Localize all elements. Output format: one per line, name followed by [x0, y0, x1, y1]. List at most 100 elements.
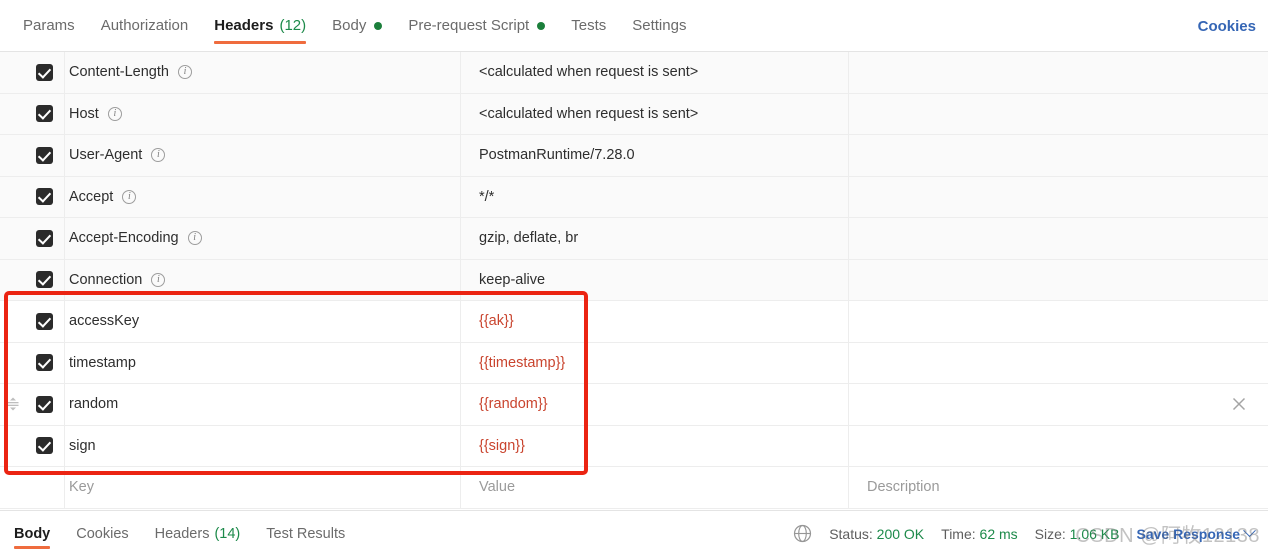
header-value-cell[interactable]: <calculated when request is sent>	[460, 93, 848, 134]
header-description-cell[interactable]	[848, 135, 1268, 176]
row-checkbox[interactable]	[35, 63, 53, 81]
new-header-key-input[interactable]: Key	[64, 467, 460, 508]
row-enable-cell[interactable]	[24, 343, 64, 384]
header-description-cell[interactable]	[848, 259, 1268, 300]
header-key-cell[interactable]: Accept-Encoding	[64, 218, 460, 259]
cookies-link[interactable]: Cookies	[1198, 18, 1256, 35]
info-icon[interactable]	[122, 189, 137, 204]
header-key-cell[interactable]: Content-Length	[64, 52, 460, 93]
row-enable-cell[interactable]	[24, 301, 64, 342]
header-value-cell[interactable]: keep-alive	[460, 259, 848, 300]
header-key-cell[interactable]: accessKey	[64, 301, 460, 342]
save-response-button[interactable]: Save Response	[1137, 524, 1256, 542]
row-enable-cell[interactable]	[24, 218, 64, 259]
header-key-cell[interactable]: Accept	[64, 176, 460, 217]
row-enable-cell[interactable]	[24, 177, 64, 218]
header-value-cell[interactable]: {{sign}}	[460, 425, 848, 466]
header-value-cell[interactable]: <calculated when request is sent>	[460, 52, 848, 93]
status-metric: Status: 200 OK	[829, 526, 924, 542]
tab-params[interactable]: Params	[10, 0, 88, 51]
header-key-cell[interactable]: User-Agent	[64, 135, 460, 176]
info-icon[interactable]	[151, 272, 166, 287]
header-value-text: {{timestamp}}	[479, 354, 566, 371]
header-value-cell[interactable]: {{ak}}	[460, 301, 848, 342]
header-description-cell[interactable]	[848, 301, 1268, 342]
tab-label: Settings	[632, 17, 687, 34]
header-description-cell[interactable]	[848, 342, 1268, 383]
header-description-cell[interactable]	[848, 384, 1268, 425]
header-value-cell[interactable]: */*	[460, 176, 848, 217]
row-enable-cell[interactable]	[24, 384, 64, 425]
new-header-row[interactable]: Key Value Description	[0, 467, 1268, 509]
info-icon[interactable]	[151, 148, 166, 163]
table-row[interactable]: sign {{sign}}	[0, 425, 1268, 467]
header-key-cell[interactable]: Host	[64, 93, 460, 134]
drag-handle-icon[interactable]	[7, 397, 19, 411]
row-enable-cell[interactable]	[24, 52, 64, 93]
header-key-cell[interactable]: timestamp	[64, 342, 460, 383]
header-value-text: <calculated when request is sent>	[479, 105, 699, 122]
tab-authorization[interactable]: Authorization	[88, 0, 202, 51]
response-tab-cookies[interactable]: Cookies	[63, 511, 141, 556]
header-value-cell[interactable]: {{random}}	[460, 384, 848, 425]
tab-body[interactable]: Body	[319, 0, 395, 51]
row-handle-cell	[0, 218, 24, 259]
header-value-text: {{sign}}	[479, 437, 525, 454]
tab-settings[interactable]: Settings	[619, 0, 699, 51]
header-key-cell[interactable]: Connection	[64, 259, 460, 300]
row-checkbox[interactable]	[35, 437, 53, 455]
headers-table: Content-Length <calculated when request …	[0, 52, 1268, 510]
response-tab-headers[interactable]: Headers (14)	[142, 511, 254, 556]
header-key-text: accessKey	[69, 313, 140, 330]
new-header-value-input[interactable]: Value	[460, 467, 848, 508]
row-checkbox[interactable]	[35, 354, 53, 372]
row-handle-cell[interactable]	[0, 384, 24, 425]
table-row[interactable]: random {{random}}	[0, 384, 1268, 426]
row-checkbox[interactable]	[35, 188, 53, 206]
table-row[interactable]: Accept */*	[0, 176, 1268, 218]
tab-pre-request-script[interactable]: Pre-request Script	[395, 0, 558, 51]
row-checkbox[interactable]	[35, 395, 53, 413]
row-checkbox[interactable]	[35, 312, 53, 330]
response-tab-label: Test Results	[266, 525, 346, 542]
header-description-cell[interactable]	[848, 176, 1268, 217]
tab-headers[interactable]: Headers (12)	[201, 0, 319, 51]
row-checkbox[interactable]	[35, 105, 53, 123]
row-handle-cell	[0, 301, 24, 342]
row-enable-cell[interactable]	[24, 135, 64, 176]
header-description-cell[interactable]	[848, 218, 1268, 259]
header-description-cell[interactable]	[848, 52, 1268, 93]
globe-icon[interactable]	[793, 524, 812, 543]
header-description-cell[interactable]	[848, 93, 1268, 134]
header-value-cell[interactable]: gzip, deflate, br	[460, 218, 848, 259]
table-row[interactable]: Content-Length <calculated when request …	[0, 52, 1268, 94]
delete-row-icon[interactable]	[1232, 397, 1246, 411]
row-enable-cell[interactable]	[24, 426, 64, 467]
row-checkbox[interactable]	[35, 146, 53, 164]
table-row[interactable]: Accept-Encoding gzip, deflate, br	[0, 218, 1268, 260]
row-enable-cell[interactable]	[24, 94, 64, 135]
table-row[interactable]: Connection keep-alive	[0, 259, 1268, 301]
header-key-cell[interactable]: sign	[64, 425, 460, 466]
header-value-text: */*	[479, 188, 495, 205]
info-icon[interactable]	[107, 106, 122, 121]
header-key-cell[interactable]: random	[64, 384, 460, 425]
response-tab-body[interactable]: Body	[14, 511, 63, 556]
row-checkbox[interactable]	[35, 229, 53, 247]
table-row[interactable]: accessKey {{ak}}	[0, 301, 1268, 343]
row-checkbox[interactable]	[35, 271, 53, 289]
info-icon[interactable]	[177, 65, 192, 80]
header-description-cell[interactable]	[848, 425, 1268, 466]
header-value-cell[interactable]: {{timestamp}}	[460, 342, 848, 383]
table-row[interactable]: User-Agent PostmanRuntime/7.28.0	[0, 135, 1268, 177]
info-icon[interactable]	[187, 231, 202, 246]
row-enable-cell[interactable]	[24, 260, 64, 301]
tab-tests[interactable]: Tests	[558, 0, 619, 51]
table-row[interactable]: timestamp {{timestamp}}	[0, 342, 1268, 384]
header-value-cell[interactable]: PostmanRuntime/7.28.0	[460, 135, 848, 176]
new-header-description-input[interactable]: Description	[848, 467, 1268, 508]
table-row[interactable]: Host <calculated when request is sent>	[0, 93, 1268, 135]
response-tab-test-results[interactable]: Test Results	[253, 511, 358, 556]
status-value: 200 OK	[876, 525, 925, 542]
header-value-text: gzip, deflate, br	[479, 230, 579, 247]
